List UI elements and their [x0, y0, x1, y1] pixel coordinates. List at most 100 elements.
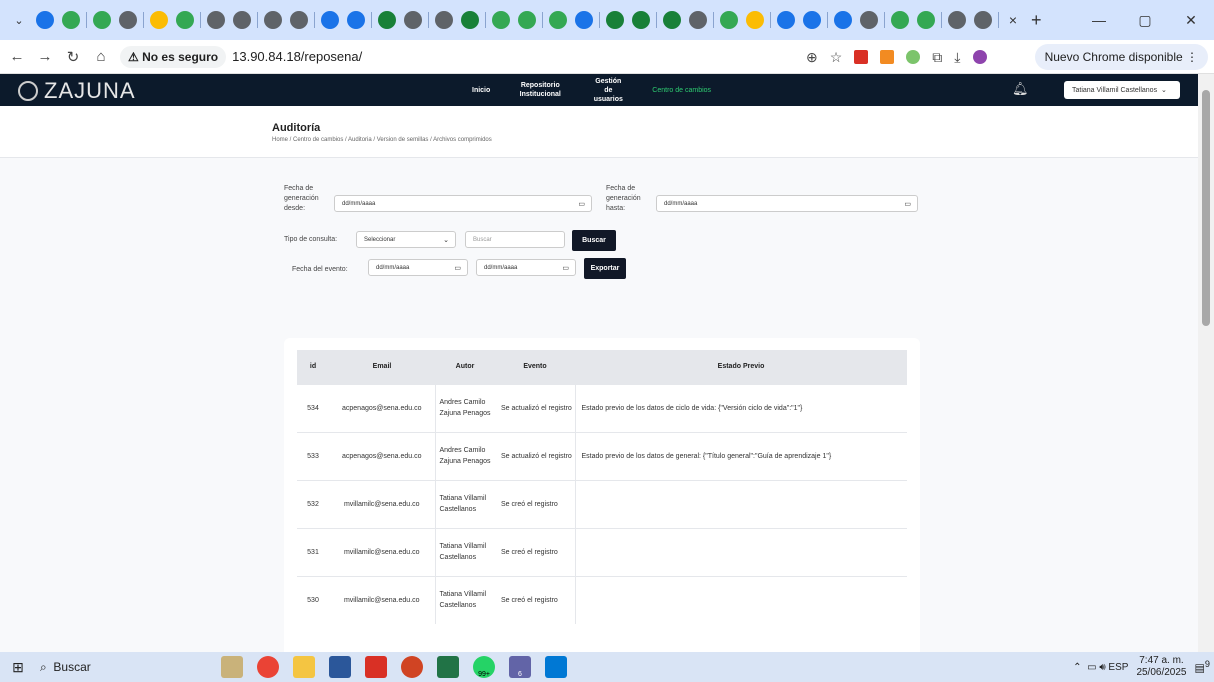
extension-icon[interactable] [854, 50, 869, 64]
tab-favicon-icon[interactable] [461, 11, 479, 29]
tab-favicon-icon[interactable] [720, 11, 738, 29]
url-text[interactable]: 13.90.84.18/reposena/ [232, 49, 362, 64]
tab-favicon-icon[interactable] [746, 11, 764, 29]
tab-favicon-icon[interactable] [404, 11, 422, 29]
security-chip[interactable]: ⚠ No es seguro [120, 45, 227, 68]
calendar-icon[interactable]: ▭ [578, 200, 585, 208]
tab-favicon-icon[interactable] [93, 11, 111, 29]
profile-avatar[interactable] [972, 50, 987, 64]
close-window-button[interactable]: ✕ [1168, 0, 1214, 40]
browser-toolbar: ← → ↻ ⌂ ⚠ No es seguro 13.90.84.18/repos… [0, 40, 1214, 74]
reload-button[interactable]: ↻ [62, 46, 84, 68]
tipo-consulta-select[interactable]: Seleccionar ⌄ [356, 231, 456, 248]
col-autor[interactable]: Autor [435, 350, 495, 384]
tab-favicon-icon[interactable] [150, 11, 168, 29]
chrome-update-button[interactable]: Nuevo Chrome disponible ⋮ [1034, 44, 1208, 70]
row-estado-previo [574, 479, 907, 528]
tab-favicon-icon[interactable] [948, 11, 966, 29]
tab-favicon-icon[interactable] [176, 11, 194, 29]
new-tab-button[interactable]: + [1031, 10, 1042, 31]
tab-favicon-icon[interactable] [321, 11, 339, 29]
tab-favicon-icon[interactable] [549, 11, 567, 29]
language-indicator[interactable]: ESP [1108, 662, 1128, 673]
tab-favicon-icon[interactable] [119, 11, 137, 29]
tab-favicon-icon[interactable] [689, 11, 707, 29]
calendar-icon[interactable]: ▭ [904, 200, 911, 208]
search-input[interactable]: Buscar [465, 231, 565, 248]
speaker-icon[interactable]: 🔊︎ [1099, 662, 1108, 673]
network-icon[interactable]: ▭ [1087, 662, 1099, 673]
tab-favicon-icon[interactable] [347, 11, 365, 29]
tab-favicon-icon[interactable] [264, 11, 282, 29]
col-estado-previo[interactable]: Estado Previo [575, 350, 907, 384]
tab-favicon-icon[interactable] [891, 11, 909, 29]
tab-favicon-icon[interactable] [575, 11, 593, 29]
page-scrollbar[interactable] [1198, 74, 1214, 652]
extension-icon[interactable] [906, 50, 921, 64]
row-estado-previo: Estado previo de los datos de general: {… [574, 431, 907, 480]
col-email[interactable]: Email [329, 350, 435, 384]
clock[interactable]: 7:47 a. m. 25/06/2025 [1136, 655, 1186, 679]
tab-favicon-icon[interactable] [36, 11, 54, 29]
maximize-button[interactable]: ▢ [1122, 0, 1168, 40]
tab-favicon-icon[interactable] [518, 11, 536, 29]
extensions-puzzle-icon[interactable]: ⧉ [932, 49, 942, 66]
table-row: 531 mvillamilc@sena.edu.co Tatiana Villami… [297, 527, 907, 576]
zoom-icon[interactable]: ⊕ [806, 49, 818, 66]
forward-button[interactable]: → [34, 46, 56, 68]
date-placeholder: dd/mm/aaaa [664, 200, 698, 207]
powerpoint-icon[interactable] [401, 656, 423, 678]
scrollbar-thumb[interactable] [1202, 90, 1210, 326]
tab-favicon-icon[interactable] [435, 11, 453, 29]
file-explorer-icon[interactable] [293, 656, 315, 678]
tab-favicon-icon[interactable] [492, 11, 510, 29]
buscar-button[interactable]: Buscar [572, 230, 616, 251]
windows-start-icon[interactable]: ⊞ [0, 659, 36, 676]
tab-separator [200, 12, 201, 28]
word-icon[interactable] [329, 656, 351, 678]
tab-favicon-icon[interactable] [663, 11, 681, 29]
exportar-button[interactable]: Exportar [584, 258, 626, 279]
back-button[interactable]: ← [6, 46, 28, 68]
tab-favicon-icon[interactable] [290, 11, 308, 29]
fecha-hasta-input[interactable]: dd/mm/aaaa ▭ [656, 195, 918, 212]
home-button[interactable]: ⌂ [90, 46, 112, 68]
chrome-icon[interactable] [257, 656, 279, 678]
tab-favicon-icon[interactable] [834, 11, 852, 29]
row-id: 534 [297, 383, 329, 432]
col-evento[interactable]: Evento [495, 350, 575, 384]
tab-favicon-icon[interactable] [917, 11, 935, 29]
city-widget-icon[interactable] [221, 656, 243, 678]
calendar-icon[interactable]: ▭ [454, 264, 461, 272]
teams-icon[interactable]: 6 [509, 656, 531, 678]
tab-favicon-icon[interactable] [777, 11, 795, 29]
tab-favicon-icon[interactable] [606, 11, 624, 29]
col-id[interactable]: id [297, 350, 329, 384]
notification-icon[interactable]: ▤9 [1195, 659, 1211, 675]
fecha-evento-desde-input[interactable]: dd/mm/aaaa ▭ [368, 259, 468, 276]
download-icon[interactable]: ⤓ [954, 49, 960, 66]
fecha-desde-input[interactable]: dd/mm/aaaa ▭ [334, 195, 592, 212]
tab-favicon-icon[interactable] [62, 11, 80, 29]
extension-icon[interactable] [880, 50, 895, 64]
minimize-button[interactable]: — [1076, 0, 1122, 40]
tab-favicon-icon[interactable] [974, 11, 992, 29]
row-id: 531 [297, 527, 329, 576]
tab-favicon-icon[interactable] [860, 11, 878, 29]
tab-favicon-icon[interactable] [233, 11, 251, 29]
tab-search-button[interactable]: ⌄ [6, 7, 32, 33]
tab-favicon-icon[interactable] [632, 11, 650, 29]
acrobat-icon[interactable] [365, 656, 387, 678]
tray-chevron-icon[interactable]: ⌃ [1073, 662, 1087, 673]
bookmark-star-icon[interactable]: ☆ [830, 49, 843, 66]
taskbar-search[interactable]: ⌕ Buscar [40, 660, 91, 675]
whatsapp-icon[interactable]: 99+ [473, 656, 495, 678]
fecha-evento-hasta-input[interactable]: dd/mm/aaaa ▭ [476, 259, 576, 276]
excel-icon[interactable] [437, 656, 459, 678]
photos-icon[interactable] [545, 656, 567, 678]
calendar-icon[interactable]: ▭ [562, 264, 569, 272]
tab-favicon-icon[interactable] [207, 11, 225, 29]
tab-close-icon[interactable]: × [1004, 11, 1022, 29]
tab-favicon-icon[interactable] [378, 11, 396, 29]
tab-favicon-icon[interactable] [803, 11, 821, 29]
